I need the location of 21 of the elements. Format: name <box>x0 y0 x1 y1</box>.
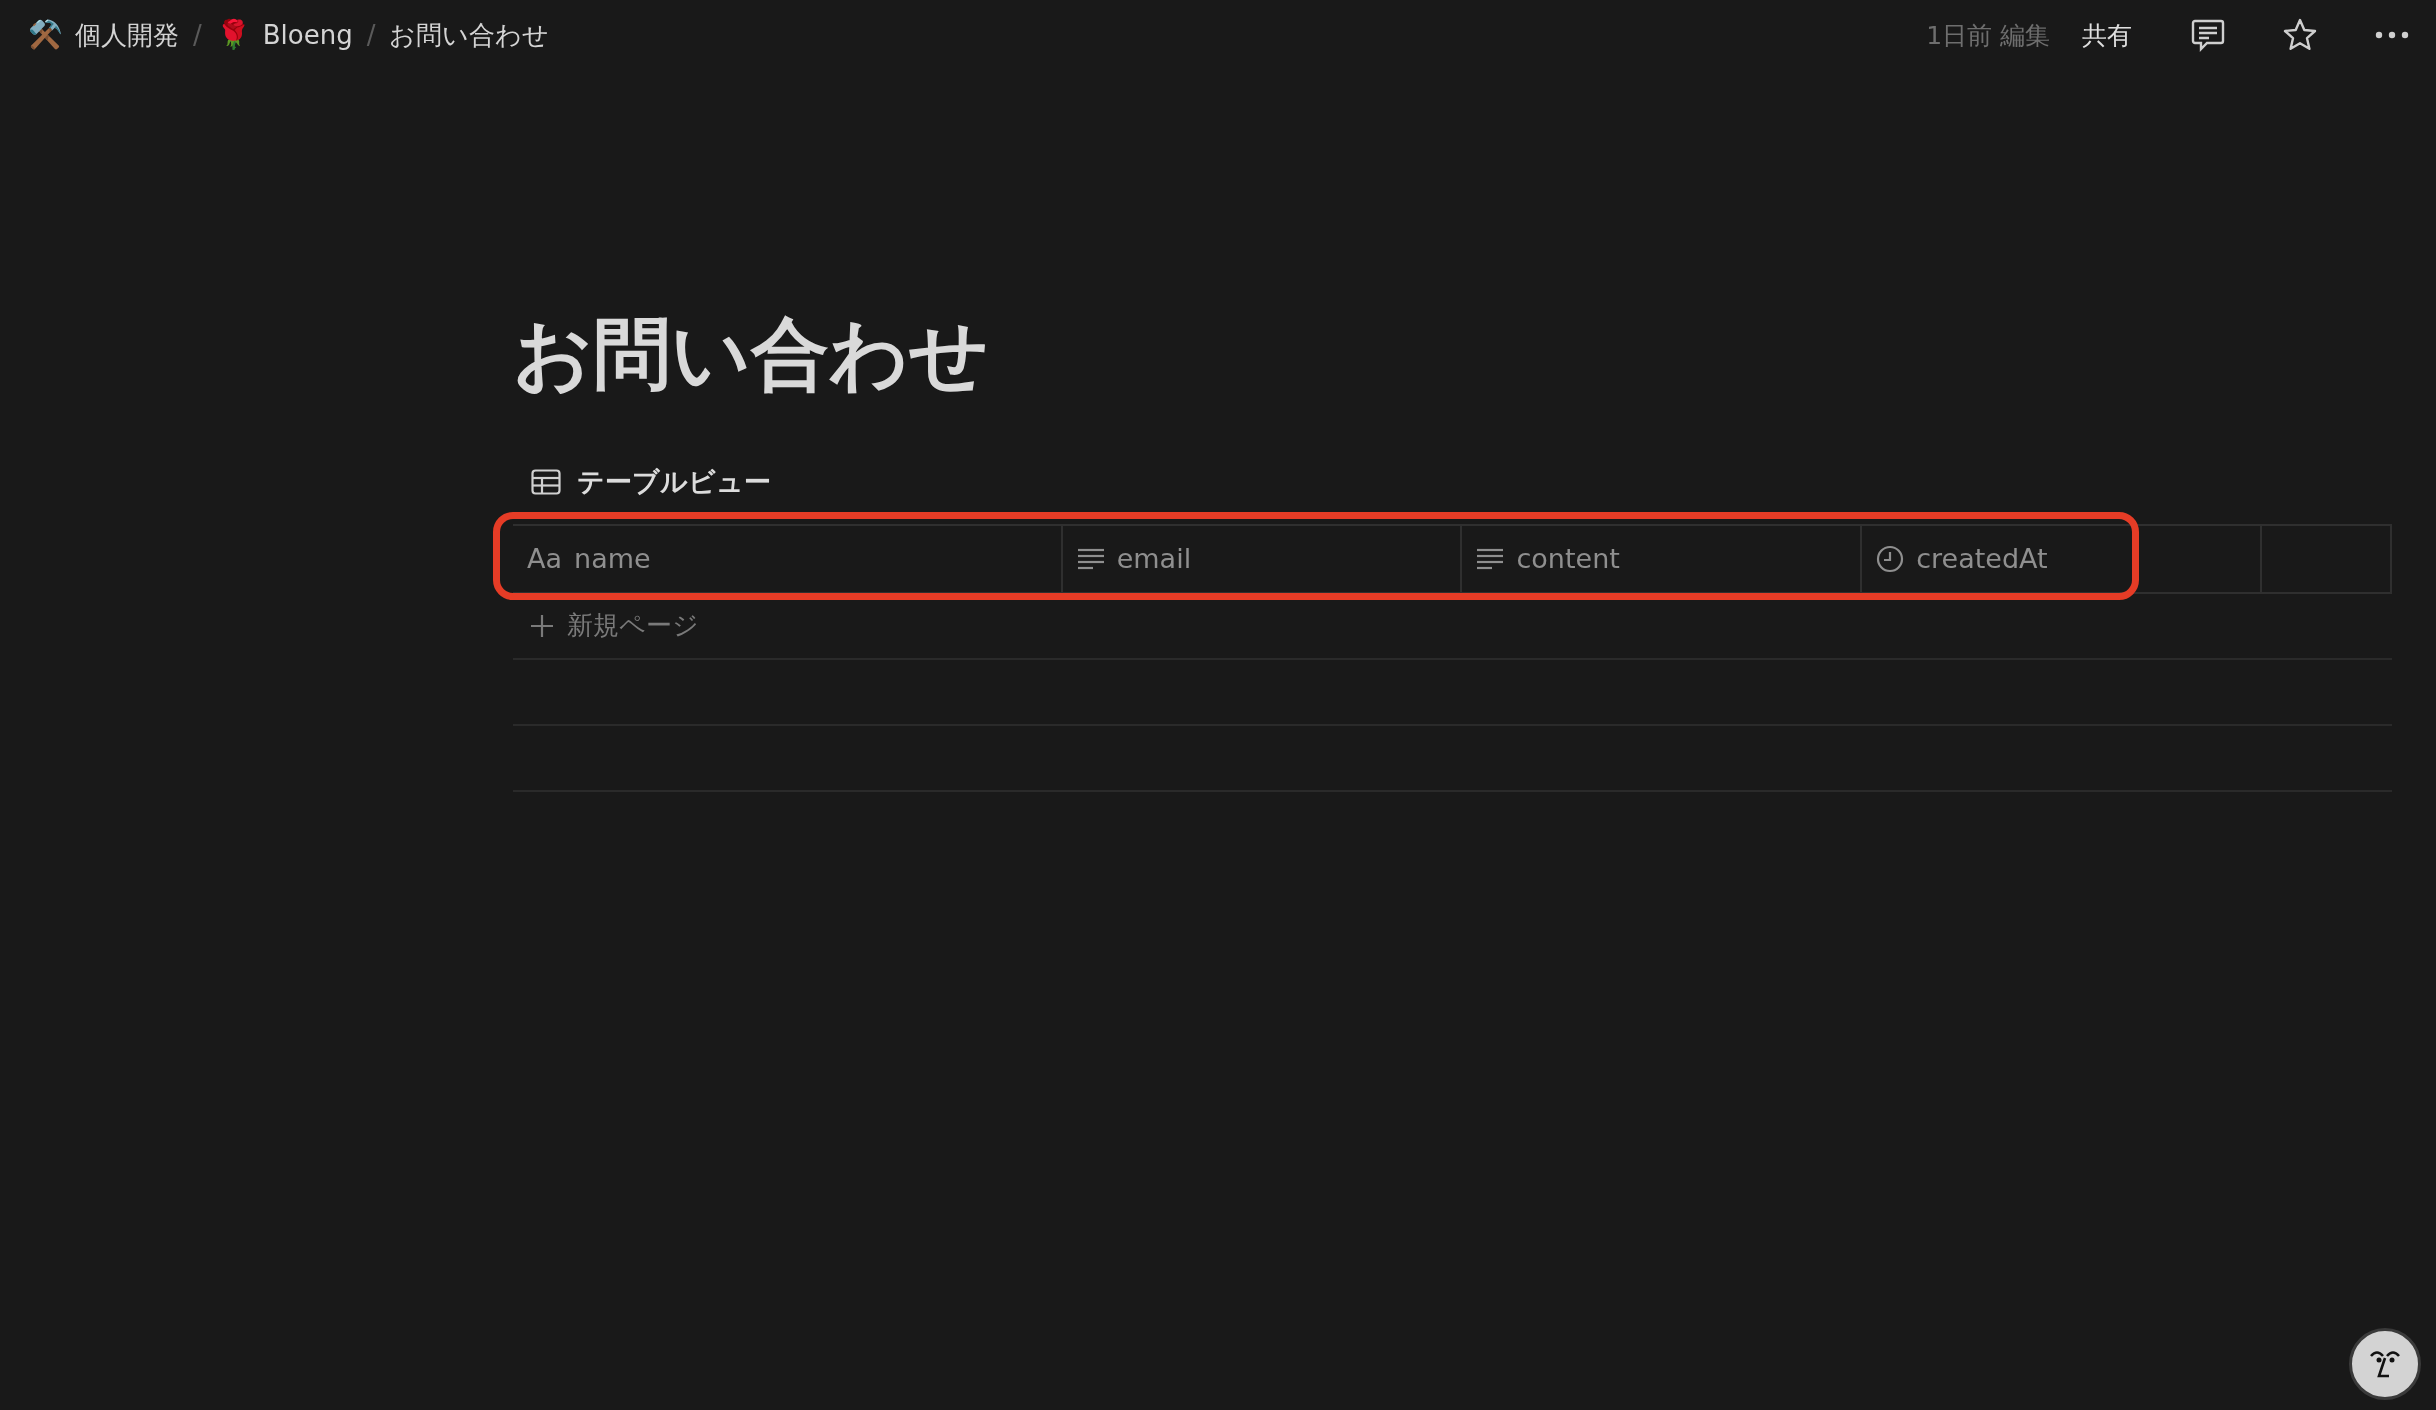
table-icon <box>531 468 561 495</box>
lines-icon <box>1476 546 1505 571</box>
page-title: お問い合わせ <box>513 308 990 401</box>
clock-icon <box>1876 544 1905 573</box>
column-header[interactable]: content <box>1462 525 1863 592</box>
new-page-button[interactable]: 新規ページ <box>513 608 699 644</box>
breadcrumb-link[interactable]: お問い合わせ <box>389 17 550 53</box>
column-header[interactable]: email <box>1062 525 1463 592</box>
last-edited-text: 1日前 編集 <box>1926 19 2050 52</box>
column-header[interactable]: Aa name <box>513 525 1063 592</box>
lines-icon <box>1076 546 1105 571</box>
column-header[interactable]: createdAt <box>1862 525 2263 592</box>
plus-icon <box>529 612 555 639</box>
breadcrumb-link[interactable]: Bloeng <box>262 20 353 50</box>
share-button[interactable]: 共有 <box>2076 14 2138 56</box>
page-emoji-icon: ⚒ <box>28 21 63 49</box>
breadcrumb-separator: / <box>193 20 202 50</box>
view-tab[interactable]: テーブルビュー <box>577 463 771 500</box>
breadcrumb-link[interactable]: 個人開発 <box>75 17 179 53</box>
breadcrumb-separator: / <box>366 20 376 50</box>
text-type-icon: Aa <box>527 543 562 575</box>
